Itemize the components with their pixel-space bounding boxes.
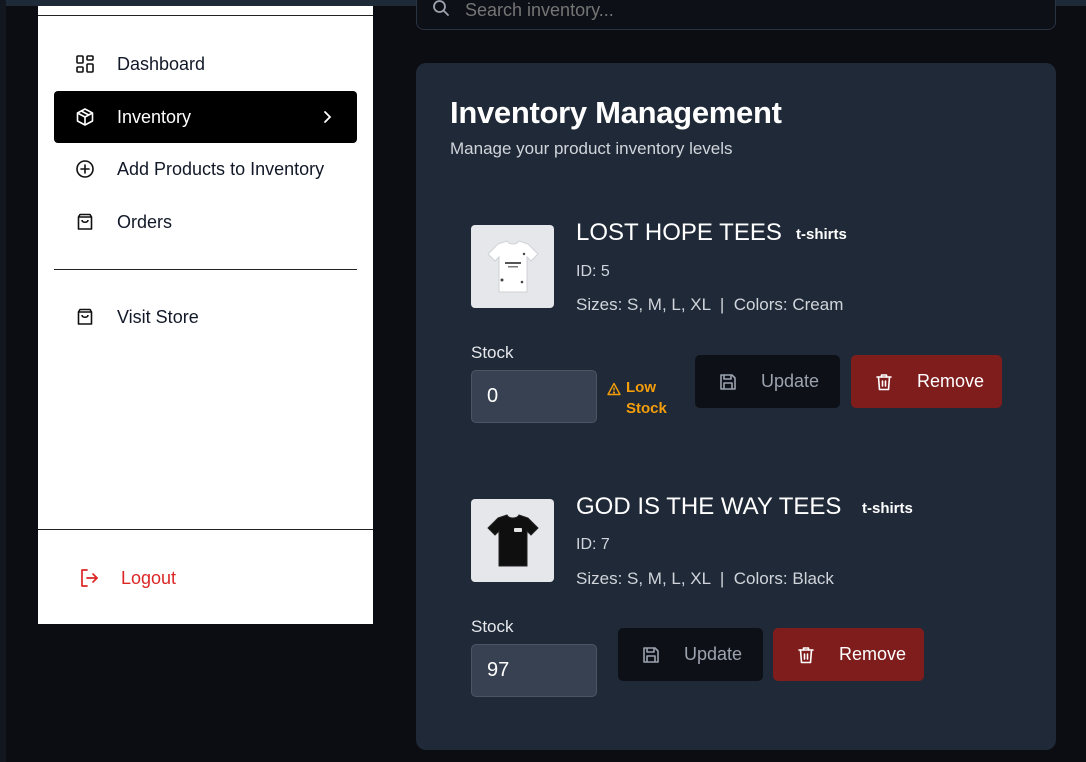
stock-label: Stock	[471, 343, 514, 362]
update-label: Update	[761, 371, 820, 391]
inventory-card: Inventory Management Manage your product…	[416, 63, 1056, 750]
window-left-border	[0, 0, 6, 762]
sidebar-item-dashboard[interactable]: Dashboard	[54, 38, 357, 90]
sidebar-item-label: Orders	[117, 211, 173, 232]
product-name: LOST HOPE TEES	[576, 219, 782, 246]
sidebar-item-add-products[interactable]: Add Products to Inventory	[54, 143, 357, 195]
update-button[interactable]: Update	[618, 628, 763, 681]
remove-button[interactable]: Remove	[773, 628, 924, 681]
product-id: ID: 5	[576, 263, 610, 280]
sidebar-item-label: Visit Store	[117, 306, 199, 327]
chevron-right-icon	[317, 107, 337, 127]
category-badge: t-shirts	[862, 500, 913, 517]
low-stock-text: Low	[626, 379, 656, 396]
remove-label: Remove	[917, 371, 985, 391]
update-label: Update	[684, 644, 743, 664]
logout-button[interactable]: Logout	[54, 552, 357, 604]
save-icon	[717, 371, 739, 393]
divider	[38, 15, 373, 16]
divider	[38, 529, 373, 530]
shopping-bag-icon	[74, 306, 96, 328]
search-input[interactable]	[465, 0, 965, 21]
remove-label: Remove	[839, 644, 907, 664]
page-title: Inventory Management	[450, 95, 782, 130]
logout-label: Logout	[121, 567, 177, 588]
sidebar-item-label: Dashboard	[117, 53, 206, 74]
dashboard-grid-icon	[74, 53, 96, 75]
low-stock-text: Stock	[626, 400, 667, 417]
warning-icon	[607, 381, 621, 396]
product-meta: Sizes: S, M, L, XL | Colors: Black	[576, 569, 834, 588]
product-image	[471, 225, 554, 308]
sidebar: Dashboard Inventory Add Products to Inve…	[38, 6, 373, 624]
low-stock-badge: Low Stock	[607, 377, 667, 419]
plus-circle-icon	[74, 158, 96, 180]
sidebar-item-orders[interactable]: Orders	[54, 196, 357, 248]
category-badge: t-shirts	[796, 226, 847, 243]
stock-label: Stock	[471, 617, 514, 636]
update-button[interactable]: Update	[695, 355, 840, 408]
stock-input[interactable]	[471, 370, 597, 423]
trash-icon	[873, 371, 895, 393]
search-icon	[431, 0, 451, 23]
sidebar-item-visit-store[interactable]: Visit Store	[54, 291, 357, 343]
sidebar-item-inventory[interactable]: Inventory	[54, 91, 357, 143]
product-image	[471, 499, 554, 582]
product-meta: Sizes: S, M, L, XL | Colors: Cream	[576, 295, 844, 314]
shopping-bag-icon	[74, 211, 96, 233]
divider	[54, 269, 357, 270]
page-subtitle: Manage your product inventory levels	[450, 139, 733, 158]
save-icon	[640, 644, 662, 666]
product-item: LOST HOPE TEES t-shirts ID: 5 Sizes: S, …	[471, 219, 1031, 445]
product-name: GOD IS THE WAY TEES	[576, 493, 842, 520]
trash-icon	[795, 644, 817, 666]
sidebar-item-label: Inventory	[117, 106, 192, 127]
logout-icon	[78, 567, 100, 589]
package-icon	[74, 106, 96, 128]
search-bar[interactable]	[416, 0, 1056, 30]
product-item: GOD IS THE WAY TEES t-shirts ID: 7 Sizes…	[471, 493, 1031, 719]
stock-input[interactable]	[471, 644, 597, 697]
remove-button[interactable]: Remove	[851, 355, 1002, 408]
product-id: ID: 7	[576, 536, 610, 553]
sidebar-item-label: Add Products to Inventory	[117, 158, 325, 179]
